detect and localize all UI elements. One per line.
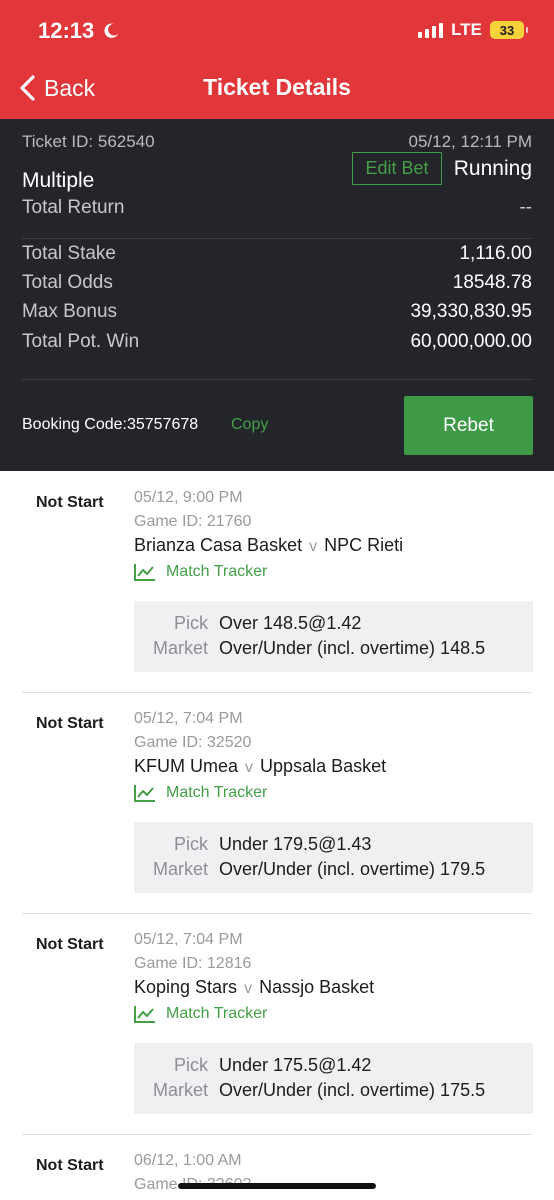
summary-row-value: 39,330,830.95 (410, 301, 532, 322)
summary-row-value: 18548.78 (452, 272, 532, 293)
status-time-text: 12:13 (38, 18, 95, 43)
home-team: Koping Stars (134, 977, 238, 997)
home-indicator[interactable] (178, 1183, 376, 1189)
market-value: Over/Under (incl. overtime) 179.5 (219, 859, 486, 879)
versus-label: v (309, 538, 318, 555)
match-tracker-link[interactable]: Match Tracker (134, 784, 267, 802)
pick-box: Pick Over 148.5@1.42 Market Over/Under (… (134, 601, 533, 672)
bet-status: Not Start (36, 494, 104, 511)
match-tracker-label: Match Tracker (166, 1005, 268, 1022)
list-item: Not Start 06/12, 1:00 AM Game ID: 32602 (0, 1134, 554, 1200)
summary-row-value: 60,000,000.00 (410, 331, 532, 352)
market-row: Market Over/Under (incl. overtime) 175.5 (134, 1080, 533, 1101)
moon-icon (104, 23, 119, 38)
divider (22, 238, 532, 239)
bet-game-id: Game ID: 32520 (134, 734, 252, 751)
list-item: Not Start 05/12, 7:04 PM Game ID: 32520 … (0, 692, 554, 914)
market-label: Market (152, 859, 208, 879)
bet-status: Not Start (36, 715, 104, 732)
match-tracker-label: Match Tracker (166, 563, 268, 580)
signal-icon (418, 22, 444, 38)
bet-teams: Brianza Casa Basket v NPC Rieti (134, 535, 403, 556)
bet-date: 05/12, 7:04 PM (134, 710, 243, 727)
pick-label: Pick (173, 1055, 208, 1075)
ticket-state: Running (453, 157, 532, 180)
market-row: Market Over/Under (incl. overtime) 179.5 (134, 859, 533, 880)
status-time: 12:13 (38, 18, 120, 44)
summary-row-label: Total Stake (22, 243, 116, 264)
bet-date: 05/12, 9:00 PM (134, 489, 243, 506)
summary-row-value: 1,116.00 (459, 243, 532, 264)
bet-teams: Koping Stars v Nassjo Basket (134, 977, 374, 998)
summary-row-potwin: Total Pot. Win 60,000,000.00 (22, 331, 532, 353)
bet-status: Not Start (36, 1157, 104, 1174)
bet-status: Not Start (36, 936, 104, 953)
summary-row-stake: Total Stake 1,116.00 (22, 243, 532, 265)
battery-level: 33 (499, 22, 515, 38)
market-label: Market (152, 638, 208, 658)
pick-box: Pick Under 175.5@1.42 Market Over/Under … (134, 1043, 533, 1114)
pick-value: Under 175.5@1.42 (219, 1055, 372, 1075)
ticket-summary: Ticket ID: 562540 05/12, 12:11 PM Edit B… (0, 119, 554, 471)
list-item: Not Start 05/12, 9:00 PM Game ID: 21760 … (0, 471, 554, 693)
status-indicators: LTE 33 (418, 20, 528, 40)
bet-date: 06/12, 1:00 AM (134, 1152, 242, 1169)
rebet-button[interactable]: Rebet (404, 396, 533, 455)
away-team: Uppsala Basket (260, 756, 387, 776)
summary-row-label: Total Pot. Win (22, 331, 140, 352)
versus-label: v (245, 759, 254, 776)
market-value: Over/Under (incl. overtime) 148.5 (219, 638, 486, 658)
divider (22, 379, 532, 380)
pick-value: Under 179.5@1.43 (219, 834, 372, 854)
back-label: Back (44, 74, 96, 101)
market-row: Market Over/Under (incl. overtime) 148.5 (134, 638, 533, 659)
pick-value: Over 148.5@1.42 (219, 613, 362, 633)
pick-row: Pick Under 175.5@1.42 (134, 1055, 533, 1076)
chevron-left-icon (20, 75, 35, 101)
summary-row-label: Total Odds (22, 272, 113, 293)
home-team: KFUM Umea (134, 756, 239, 776)
back-button[interactable]: Back (18, 74, 95, 102)
chart-line-icon (134, 564, 155, 581)
pick-box: Pick Under 179.5@1.43 Market Over/Under … (134, 822, 533, 893)
summary-row-label: Max Bonus (22, 301, 118, 322)
total-return-label: Total Return (22, 197, 125, 218)
home-team: Brianza Casa Basket (134, 535, 303, 555)
edit-bet-button[interactable]: Edit Bet (352, 152, 442, 185)
copy-booking-code-link[interactable]: Copy (231, 416, 268, 434)
pick-row: Pick Over 148.5@1.42 (134, 613, 533, 634)
versus-label: v (244, 980, 253, 997)
chart-line-icon (134, 1006, 155, 1023)
battery-icon: 33 (490, 21, 528, 39)
summary-row-odds: Total Odds 18548.78 (22, 272, 532, 294)
bet-date: 05/12, 7:04 PM (134, 931, 243, 948)
away-team: Nassjo Basket (259, 977, 375, 997)
away-team: NPC Rieti (324, 535, 404, 555)
market-value: Over/Under (incl. overtime) 175.5 (219, 1080, 486, 1100)
pick-row: Pick Under 179.5@1.43 (134, 834, 533, 855)
bet-game-id: Game ID: 21760 (134, 513, 252, 530)
booking-code: Booking Code:35757678 (22, 416, 199, 433)
top-bar: 12:13 LTE 33 Back Ticket Details (0, 0, 554, 119)
match-tracker-label: Match Tracker (166, 784, 268, 801)
chart-line-icon (134, 785, 155, 802)
bet-type: Multiple (22, 169, 95, 192)
match-tracker-link[interactable]: Match Tracker (134, 563, 267, 581)
list-item: Not Start 05/12, 7:04 PM Game ID: 12816 … (0, 913, 554, 1135)
bet-teams: KFUM Umea v Uppsala Basket (134, 756, 386, 777)
ticket-date: 05/12, 12:11 PM (408, 132, 533, 151)
bet-game-id: Game ID: 12816 (134, 955, 252, 972)
market-label: Market (152, 1080, 208, 1100)
total-return-value: -- (519, 197, 532, 218)
network-label: LTE (451, 20, 482, 39)
pick-label: Pick (173, 834, 208, 854)
match-tracker-link[interactable]: Match Tracker (134, 1005, 267, 1023)
pick-label: Pick (173, 613, 208, 633)
summary-row-bonus: Max Bonus 39,330,830.95 (22, 301, 532, 323)
ticket-id: Ticket ID: 562540 (22, 132, 155, 151)
